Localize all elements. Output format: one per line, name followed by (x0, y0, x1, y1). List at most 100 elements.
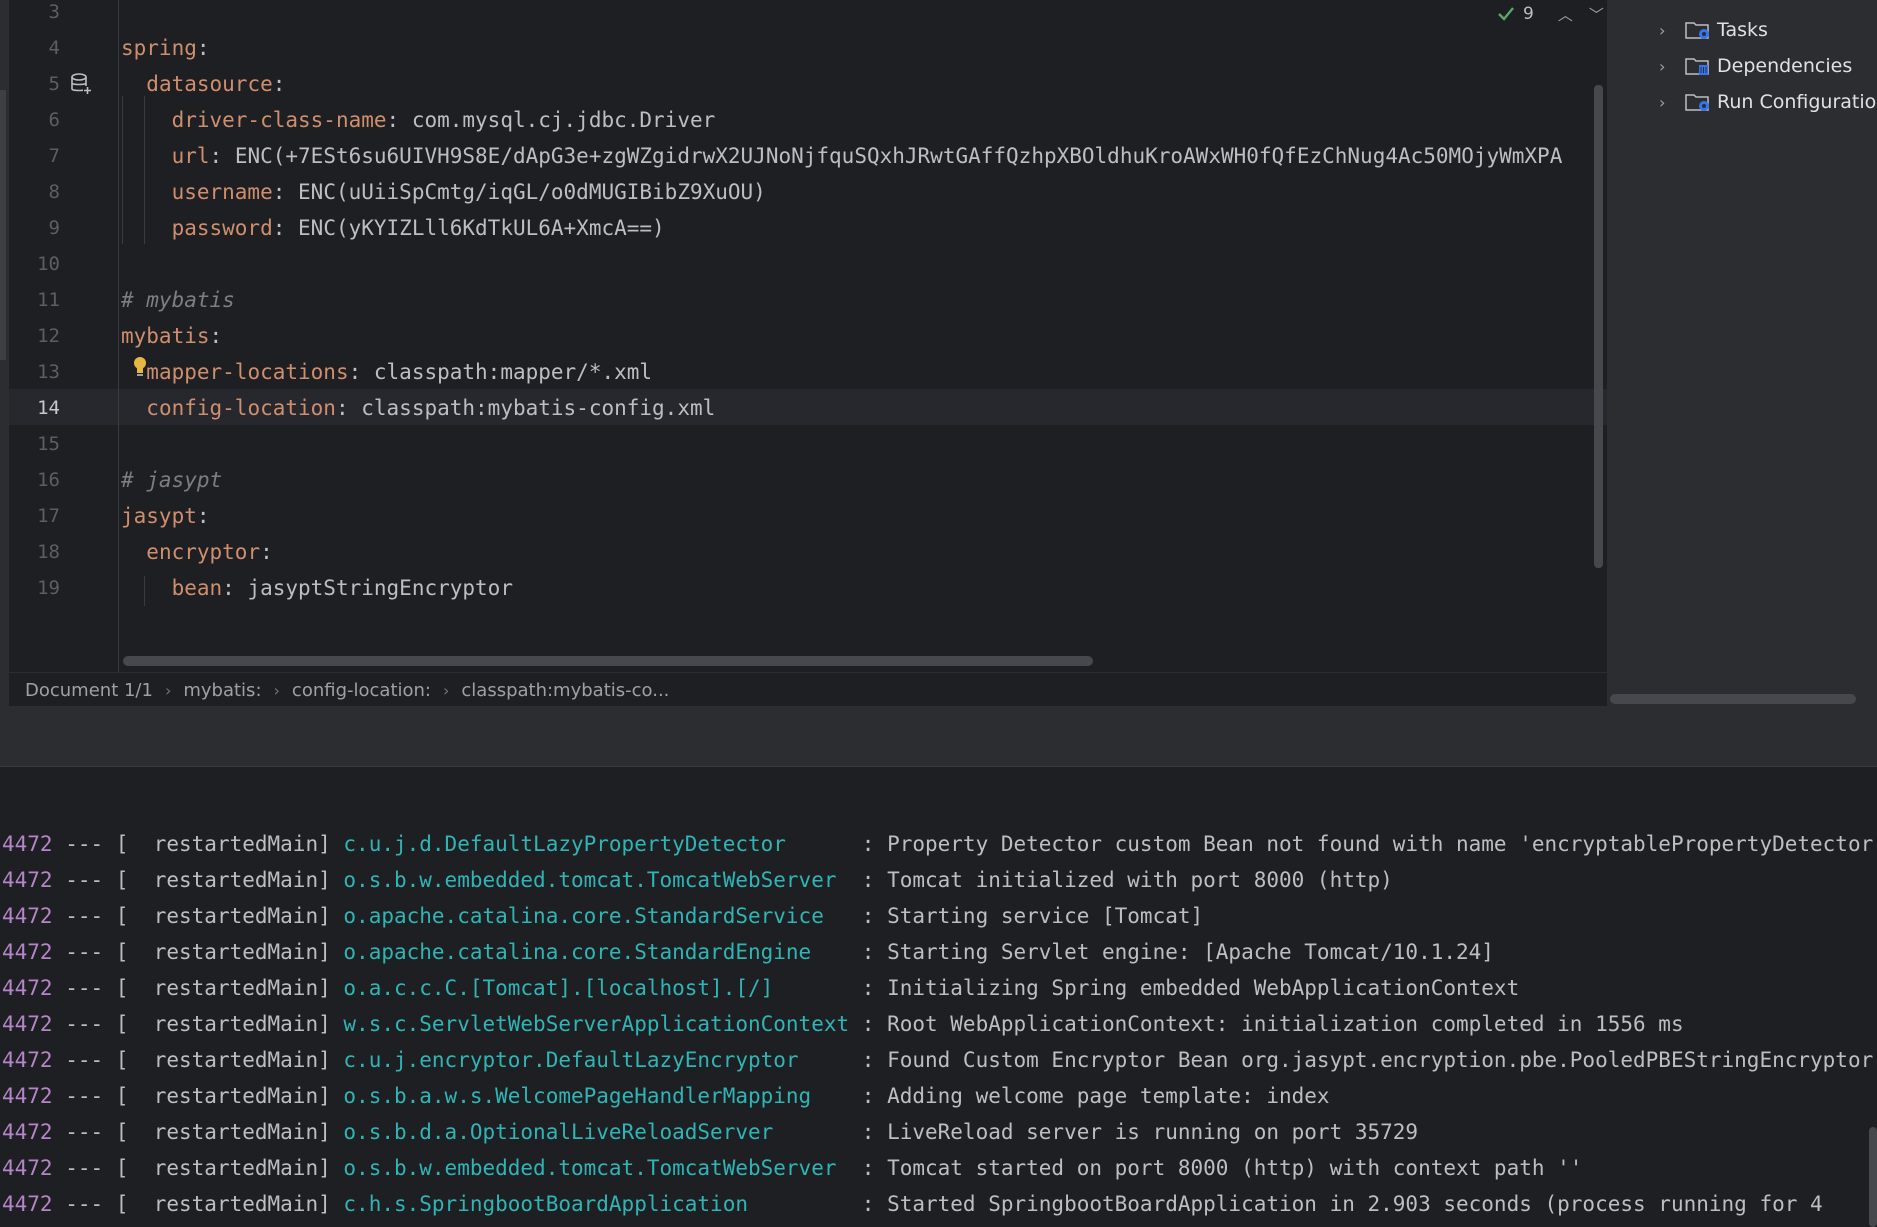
code-line[interactable]: 3 (0, 0, 1607, 30)
yaml-sep: : (196, 36, 210, 60)
editor-vertical-scrollbar[interactable] (1594, 85, 1603, 568)
code-line[interactable]: 10 (0, 246, 1607, 282)
console-line[interactable]: 4472 --- [ restartedMain] o.s.b.w.embedd… (2, 862, 1393, 898)
code-line[interactable]: 6 driver-class-name: com.mysql.cj.jdbc.D… (0, 102, 1607, 138)
tree-item-label: Run Configurations (1717, 91, 1877, 113)
yaml-key: jasypt (121, 504, 197, 528)
log-sep: --- [ (52, 1012, 142, 1036)
code-line[interactable]: 11 # mybatis (0, 282, 1607, 318)
console-line[interactable]: 4472 --- [ restartedMain] o.s.b.a.w.s.We… (2, 1078, 1330, 1114)
gradle-tool-window[interactable]: springboot-board › Tasks › Dependencies … (1607, 0, 1877, 706)
code-line[interactable]: 7 url: ENC(+7ESt6su6UIVH9S8E/dApG3e+zgWZ… (0, 138, 1607, 174)
code-line[interactable]: 12 mybatis: (0, 318, 1607, 354)
log-sep: --- [ (52, 904, 142, 928)
log-thread: restartedMain] (141, 1084, 331, 1108)
run-console[interactable]: 4472 --- [ restartedMain] c.u.j.d.Defaul… (0, 767, 1877, 1227)
code-line[interactable]: 13 mapper-locations: classpath:mapper/*.… (0, 354, 1607, 390)
console-vertical-scrollbar[interactable] (1869, 1127, 1877, 1227)
log-sep: --- [ (52, 940, 142, 964)
inspection-widget[interactable]: 9 ︿ ﹀ (1497, 0, 1604, 28)
log-thread: restartedMain] (141, 904, 331, 928)
folder-gear-icon (1685, 94, 1709, 111)
log-logger[interactable]: o.s.b.d.a.OptionalLiveReloadServer (343, 1120, 861, 1144)
chevron-right-icon[interactable]: › (1659, 93, 1673, 112)
line-number: 19 (37, 577, 60, 599)
line-number: 18 (37, 541, 60, 563)
console-line[interactable]: 4472 --- [ restartedMain] c.u.j.encrypto… (2, 1042, 1873, 1078)
chevron-up-icon[interactable]: ︿ (1558, 4, 1573, 25)
project-root-label[interactable]: springboot-board (1657, 0, 1812, 1)
tree-item-run-configurations[interactable]: › Run Configurations (1607, 84, 1877, 120)
chevron-down-icon[interactable]: ﹀ (1589, 4, 1604, 25)
console-line[interactable]: 4472 --- [ restartedMain] o.s.b.d.a.Opti… (2, 1114, 1418, 1150)
tree-item-dependencies[interactable]: › Dependencies (1607, 48, 1852, 84)
log-sep: --- [ (52, 1156, 142, 1180)
yaml-value: com.mysql.cj.jdbc.Driver (411, 108, 716, 132)
code-line[interactable]: 17 jasypt: (0, 498, 1607, 534)
line-number: 14 (37, 397, 60, 419)
log-thread: restartedMain] (141, 1156, 331, 1180)
code-line[interactable]: 19 bean: jasyptStringEncryptor (0, 570, 1607, 606)
chevron-right-icon[interactable]: › (1659, 21, 1673, 40)
yaml-comment: # mybatis (121, 288, 235, 312)
log-logger[interactable]: o.s.b.w.embedded.tomcat.TomcatWebServer (343, 868, 861, 892)
console-line[interactable]: 4472 --- [ restartedMain] c.u.j.d.Defaul… (2, 826, 1877, 862)
console-line[interactable]: 4472 --- [ restartedMain] o.apache.catal… (2, 934, 1494, 970)
log-thread: restartedMain] (141, 1012, 331, 1036)
yaml-sep: : (196, 504, 210, 528)
log-message: : LiveReload server is running on port 3… (861, 1120, 1419, 1144)
log-message: : Starting Servlet engine: [Apache Tomca… (861, 940, 1494, 964)
breadcrumb-item[interactable]: classpath:mybatis-co... (454, 680, 676, 701)
console-line[interactable]: 4472 --- [ restartedMain] w.s.c.ServletW… (2, 1006, 1684, 1042)
chevron-right-icon[interactable]: › (1659, 57, 1673, 76)
yaml-value: jasyptStringEncryptor (247, 576, 513, 600)
log-sep: --- [ (52, 832, 142, 856)
yaml-key: username (171, 180, 273, 204)
code-line[interactable]: 15 (0, 426, 1607, 462)
editor-horizontal-scrollbar[interactable] (123, 656, 1093, 666)
yaml-key: driver-class-name (171, 108, 387, 132)
console-line[interactable]: 4472 --- [ restartedMain] c.h.s.Springbo… (2, 1186, 1823, 1222)
breadcrumb-item[interactable]: config-location: (285, 680, 438, 701)
code-area[interactable]: 3 4 spring: 5 datasource: 6 driver-class… (0, 0, 1607, 672)
code-line[interactable]: 4 spring: (0, 30, 1607, 66)
code-line[interactable]: 18 encryptor: (0, 534, 1607, 570)
log-pid: 4472 (2, 868, 53, 892)
breadcrumb-item[interactable]: Document 1/1 (0, 680, 160, 701)
console-line[interactable]: 4472 --- [ restartedMain] o.s.b.w.embedd… (2, 1150, 1582, 1186)
console-line[interactable]: 4472 --- [ restartedMain] o.a.c.c.C.[Tom… (2, 970, 1519, 1006)
log-logger[interactable]: o.s.b.w.embedded.tomcat.TomcatWebServer (343, 1156, 861, 1180)
tool-window-header (0, 706, 1877, 767)
database-icon[interactable] (70, 72, 92, 96)
line-number: 5 (48, 73, 60, 95)
yaml-sep: : (209, 144, 235, 168)
log-logger[interactable]: c.u.j.encryptor.DefaultLazyEncryptor (343, 1048, 861, 1072)
yaml-sep: : (348, 360, 374, 384)
code-line[interactable]: 9 password: ENC(yKYIZLll6KdTkUL6A+XmcA==… (0, 210, 1607, 246)
log-logger[interactable]: w.s.c.ServletWebServerApplicationContext (343, 1012, 861, 1036)
log-logger[interactable]: o.a.c.c.C.[Tomcat].[localhost].[/] (343, 976, 861, 1000)
yaml-sep: : (335, 396, 362, 420)
log-logger[interactable]: o.s.b.a.w.s.WelcomePageHandlerMapping (343, 1084, 861, 1108)
log-sep: --- [ (52, 868, 142, 892)
sidebar-horizontal-scrollbar[interactable] (1610, 694, 1856, 704)
log-pid: 4472 (2, 1192, 53, 1216)
lightbulb-icon[interactable] (132, 356, 148, 378)
console-line[interactable]: 4472 --- [ restartedMain] o.apache.catal… (2, 898, 1203, 934)
log-logger[interactable]: c.u.j.d.DefaultLazyPropertyDetector (343, 832, 861, 856)
code-line[interactable]: 5 datasource: (0, 66, 1607, 102)
code-line[interactable]: 8 username: ENC(uUiiSpCmtg/iqGL/o0dMUGIB… (0, 174, 1607, 210)
log-logger[interactable]: o.apache.catalina.core.StandardService (343, 904, 861, 928)
log-logger[interactable]: c.h.s.SpringbootBoardApplication (343, 1192, 861, 1216)
code-line[interactable]: 16 # jasypt (0, 462, 1607, 498)
code-editor[interactable]: 3 4 spring: 5 datasource: 6 driver-class… (0, 0, 1607, 706)
yaml-sep: : (272, 72, 286, 96)
checkmark-icon (1498, 7, 1514, 21)
yaml-sep: : (272, 180, 299, 204)
yaml-sep: : (386, 108, 412, 132)
breadcrumb-item[interactable]: mybatis: (176, 680, 268, 701)
tree-item-tasks[interactable]: › Tasks (1607, 12, 1768, 48)
log-logger[interactable]: o.apache.catalina.core.StandardEngine (343, 940, 861, 964)
yaml-key: spring (121, 36, 197, 60)
code-line-current[interactable]: 14 config-location: classpath:mybatis-co… (0, 390, 1607, 426)
